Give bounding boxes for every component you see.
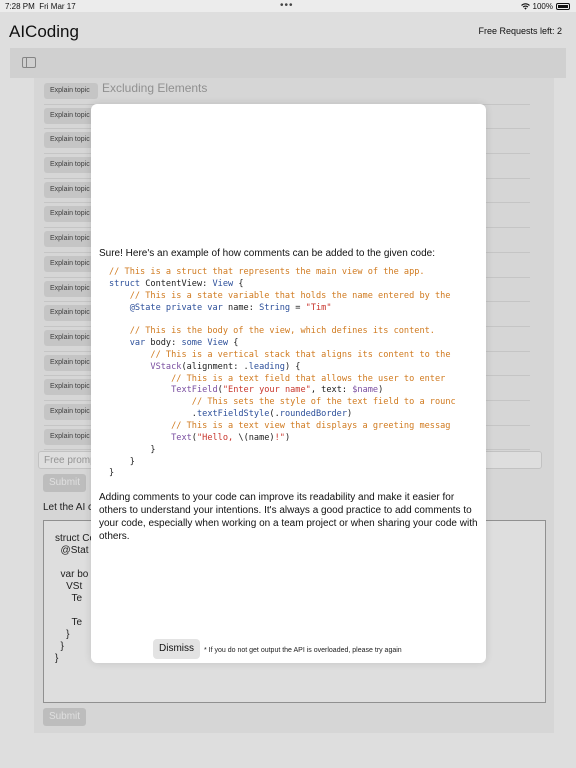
code-line: Text("Hello, \(name)!") [109,433,477,445]
code-line: TextField("Enter your name", text: $name… [109,385,477,397]
code-token: } [109,444,156,455]
code-token: // This is a text view that displays a g… [171,420,451,431]
code-token: leading [248,361,285,372]
explanation-modal: Sure! Here's an example of how comments … [91,104,486,663]
code-token: ) [284,432,291,443]
code-token: roundedBorder [279,409,348,420]
code-token: VStack [150,361,182,372]
code-line: // This is a struct that represents the … [109,267,477,279]
code-token: $name [352,385,379,396]
code-token: body: [145,338,182,349]
code-token: // This sets the style of the text field… [191,397,456,408]
code-token: . [109,409,197,420]
code-token: (alignment: . [181,361,249,372]
code-line: // This sets the style of the text field… [109,397,477,409]
code-token: struct [109,278,141,289]
modal-outro-text: Adding comments to your code can improve… [99,492,478,542]
code-line: var body: some View { [109,338,477,350]
code-token: { [233,278,244,289]
battery-percent: 100% [532,2,553,11]
wifi-icon [520,3,530,10]
dismiss-button[interactable]: Dismiss [153,639,200,659]
battery-icon [556,3,570,10]
code-token: textFieldStyle [196,409,270,420]
code-line: struct ContentView: View { [109,279,477,291]
code-token: } [109,456,135,467]
code-line: .textFieldStyle(.roundedBorder) [109,409,477,421]
code-token: View [207,338,229,349]
code-token: "Hello, [196,432,239,443]
code-token: String [259,302,291,313]
status-right: 100% [520,2,570,11]
code-token: (. [269,409,280,420]
code-token: { [228,338,239,349]
code-token: "Tim" [305,302,332,313]
status-time: 7:28 PM Fri Mar 17 [5,2,76,11]
code-token: some [181,338,203,349]
code-line: } [109,457,477,469]
code-token: ) { [284,361,301,372]
code-line: // This is a text field that allows the … [109,374,477,386]
code-line: // This is a vertical stack that aligns … [109,350,477,362]
code-token: // This is the body of the view, which d… [129,326,435,337]
code-token: !" [274,432,285,443]
code-token: = [290,302,306,313]
code-token: // This is a vertical stack that aligns … [150,349,451,360]
status-bar: 7:28 PM Fri Mar 17 ••• 100% [0,0,576,12]
code-token: // This is a text field that allows the … [171,373,446,384]
code-line: // This is the body of the view, which d… [109,326,477,338]
code-token: \(name) [238,432,275,443]
code-token: Text [171,432,192,443]
code-token: ContentView: [140,278,213,289]
modal-intro-text: Sure! Here's an example of how comments … [99,248,435,259]
code-line: // This is a state variable that holds t… [109,291,477,303]
code-token: name: [222,302,260,313]
code-token: var [129,338,146,349]
code-line: VStack(alignment: .leading) { [109,362,477,374]
api-footnote: * If you do not get output the API is ov… [204,647,402,654]
code-line: } [109,445,477,457]
code-token: "Enter your name" [222,385,311,396]
code-token: } [109,468,115,479]
multitasking-dots-icon[interactable]: ••• [280,0,294,11]
code-token: ) [378,385,384,396]
code-token: // This is a struct that represents the … [109,267,425,277]
code-token: View [212,278,234,289]
code-token: ) [347,409,353,420]
code-token: @State private var [129,302,223,313]
modal-code-block: // This is a struct that represents the … [109,267,477,480]
code-line: } [109,468,477,480]
code-token: TextField [171,385,218,396]
code-token: // This is a state variable that holds t… [129,290,451,301]
code-line: @State private var name: String = "Tim" [109,303,477,315]
code-line: // This is a text view that displays a g… [109,421,477,433]
code-token: , text: [310,385,353,396]
